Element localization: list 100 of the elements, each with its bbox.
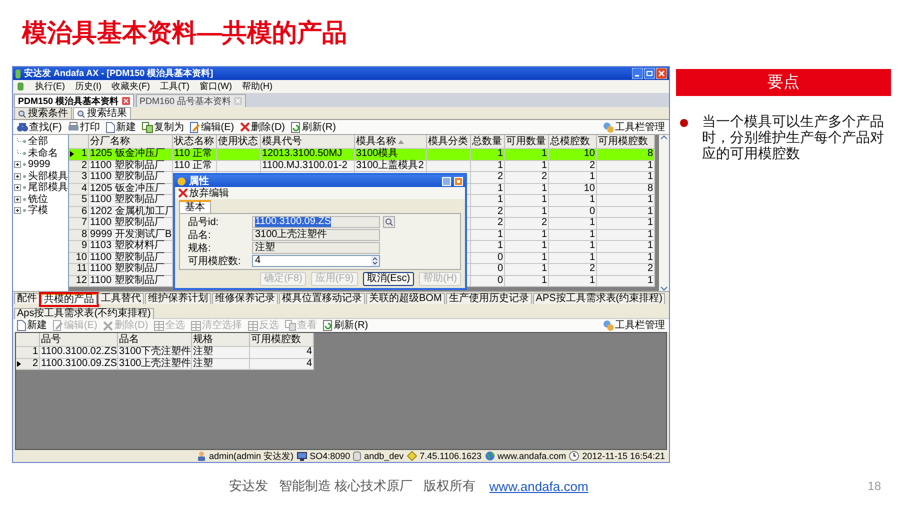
row-number: 2 [32, 358, 38, 369]
table-cell: 3100上盖模具2 [355, 160, 427, 172]
row-header[interactable]: 7 [69, 218, 89, 230]
table-cell: 注塑 [192, 347, 250, 358]
column-header[interactable]: 状态名称 [173, 135, 217, 149]
row-header[interactable]: 9 [69, 241, 89, 252]
detail-tab[interactable]: 生产使用历史记录 [446, 293, 532, 304]
table-cell: 1 [505, 252, 549, 264]
toolbar-manage-button[interactable]: 工具栏管理 [603, 122, 665, 132]
dialog-button[interactable]: 取消(Esc) [362, 272, 414, 286]
input-field[interactable]: 1100.3100.09.ZS [252, 216, 380, 228]
column-header[interactable]: 分厂名称 [89, 135, 173, 149]
detail-tab[interactable]: 共模的产品 [41, 293, 97, 304]
row-number: 2 [81, 160, 87, 171]
column-header[interactable]: 规格 [192, 333, 250, 347]
bullet-icon [680, 119, 688, 127]
lookup-button[interactable] [383, 216, 395, 228]
table-cell: 1 [505, 276, 549, 287]
table-cell: 0 [549, 206, 597, 218]
document-tab[interactable]: PDM160 品号基本资料 [136, 94, 246, 107]
menu-item[interactable]: 帮助(H) [242, 81, 272, 92]
menu-item[interactable]: 执行(E) [35, 81, 65, 92]
status-text: 7.45.1106.1623 [420, 450, 482, 462]
detail-tab[interactable]: 维修保养记录 [212, 293, 278, 304]
table-cell: 1 [597, 252, 655, 264]
tree-item[interactable]: 字模 [14, 205, 68, 216]
detail-tab[interactable]: 模具位置移动记录 [279, 293, 365, 304]
row-header[interactable]: 11 [69, 264, 89, 276]
toolbar-button[interactable]: 刷新(R) [291, 122, 336, 132]
column-header[interactable]: 品名 [118, 333, 192, 347]
toolbar-button[interactable]: 复制为 [142, 122, 184, 132]
input-field[interactable]: 注塑 [252, 242, 380, 254]
toolbar-manage-button[interactable]: 工具栏管理 [603, 320, 665, 331]
tree-item[interactable]: 头部模具 [14, 170, 68, 182]
row-header[interactable]: 2 [69, 160, 89, 172]
row-header[interactable]: 1 [16, 347, 40, 358]
row-header[interactable]: 4 [69, 184, 89, 195]
table-cell: 2 [505, 172, 549, 184]
menu-item[interactable]: 历史(I) [75, 81, 102, 92]
table-cell: 0 [471, 252, 505, 264]
detail-tab[interactable]: Aps按工具需求表(不约束排程) [14, 308, 154, 319]
table-cell: 1 [471, 230, 505, 241]
detail-tab[interactable]: APS按工具需求表(约束排程) [532, 293, 666, 304]
row-header[interactable]: 12 [69, 276, 89, 287]
column-header[interactable]: 可用模腔数 [250, 333, 314, 347]
menu-item[interactable]: 工具(T) [160, 81, 190, 92]
input-field[interactable]: 3100上壳注塑件 [252, 229, 380, 241]
status-text: admin(admin 安达发) [209, 450, 294, 462]
row-header[interactable]: 3 [69, 172, 89, 184]
toolbar-button[interactable]: 删除(D) [240, 122, 286, 132]
row-header[interactable]: 1 [69, 149, 89, 160]
tree-item[interactable]: 全部 [14, 136, 68, 148]
view-tab[interactable]: 搜索结果 [73, 107, 131, 119]
window-title: 安达发 Andafa AX - [PDM150 模治具基本资料] [24, 68, 214, 79]
row-header[interactable]: 5 [69, 195, 89, 206]
menu-item[interactable]: 收藏夹(F) [112, 81, 150, 92]
row-header[interactable]: 8 [69, 230, 89, 241]
column-header[interactable]: 品号 [40, 333, 118, 347]
column-header[interactable]: 可用模腔数 [597, 135, 655, 149]
toolbar-button[interactable]: 新建 [17, 320, 47, 331]
column-header[interactable]: 总模腔数 [549, 135, 597, 149]
table-cell: 1 [549, 218, 597, 230]
column-header[interactable]: 模具名称 [355, 135, 427, 149]
tree-item[interactable]: 尾部模具 [14, 182, 68, 194]
discard-button[interactable]: 放弃编辑 [178, 188, 229, 198]
column-header[interactable]: 使用状态 [217, 135, 261, 149]
detail-tab[interactable]: 关联的超级BOM [366, 293, 445, 304]
footer-link[interactable]: www.andafa.com [489, 478, 588, 494]
column-header[interactable]: 模具代号 [261, 135, 355, 149]
toolbar-button[interactable]: 打印 [68, 122, 100, 132]
tree-item[interactable]: 9999 [14, 159, 68, 170]
row-header[interactable]: 10 [69, 252, 89, 264]
tree-item[interactable]: 未命名 [14, 148, 68, 159]
row-header[interactable]: 2 [16, 358, 40, 370]
document-tab[interactable]: PDM150 模治具基本资料 [14, 94, 134, 107]
table-cell: 1 [505, 264, 549, 276]
table-cell: 4 [250, 358, 314, 370]
column-header[interactable]: 总数量 [471, 135, 505, 149]
view-tab[interactable]: 搜索条件 [14, 107, 72, 119]
table-cell: 1 [471, 149, 505, 160]
scrollbar[interactable] [659, 135, 669, 291]
number-field[interactable]: 4 [252, 255, 380, 267]
dialog-tab[interactable]: 基本 [179, 200, 211, 213]
table-cell: 1 [597, 241, 655, 252]
toolbar-button[interactable]: 刷新(R) [323, 320, 368, 331]
detail-tab[interactable]: 配件 [14, 293, 40, 304]
detail-tab[interactable]: 工具替代 [98, 293, 144, 304]
column-header[interactable]: 可用数量 [505, 135, 549, 149]
tree-item[interactable]: 铣位 [14, 194, 68, 205]
detail-tab[interactable]: 维护保养计划 [145, 293, 211, 304]
toolbar-button[interactable]: 编辑(E) [190, 122, 234, 132]
toolbar-button[interactable]: 新建 [106, 122, 136, 132]
table-cell: 0 [471, 264, 505, 276]
column-header[interactable]: 模具分类 [427, 135, 471, 149]
row-header[interactable]: 6 [69, 206, 89, 218]
table-cell: 1 [505, 241, 549, 252]
toolbar-button[interactable]: 查找(F) [17, 122, 62, 132]
grid-icon [248, 320, 258, 330]
menu-item[interactable]: 窗口(W) [200, 81, 232, 92]
dialog-title: 属性 [189, 176, 210, 186]
